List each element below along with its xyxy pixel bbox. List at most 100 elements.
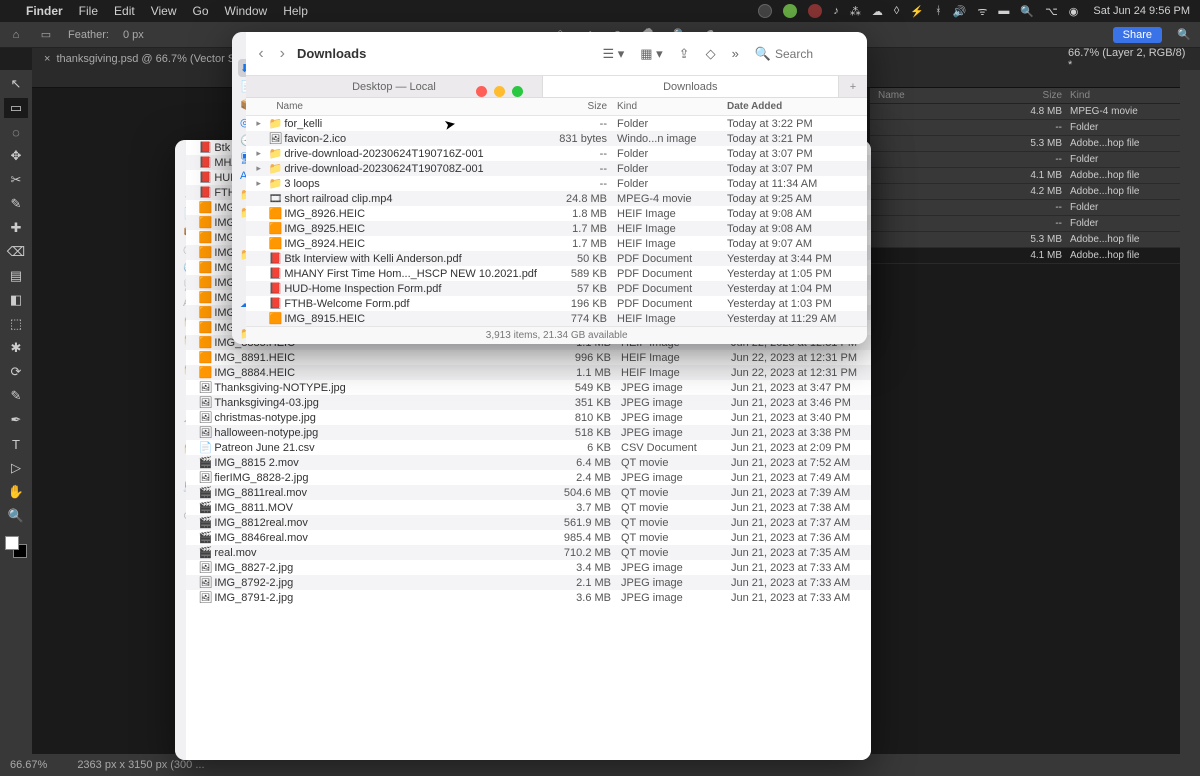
file-row[interactable]: 🎬IMG_8811.MOV3.7 MBQT movieJun 21, 2023 …: [186, 500, 871, 515]
tags-icon[interactable]: ◇: [706, 46, 716, 62]
ps-tool[interactable]: ↖: [4, 74, 28, 94]
share-button[interactable]: Share: [1113, 27, 1162, 43]
file-row[interactable]: 📕HUD-Home Inspection Form.pdf57 KBPDF Do…: [246, 281, 867, 296]
sidebar-item[interactable]: 📁kelliand...: [175, 312, 186, 330]
file-row[interactable]: 📕FTHB-Welcome Form.pdf196 KBPDF Document…: [246, 296, 867, 311]
sidebar-item[interactable]: 📦Dropbox: [232, 95, 246, 113]
status-icon[interactable]: ◊: [894, 5, 899, 17]
sidebar-item[interactable]: ◎AirDrop: [175, 240, 186, 258]
ps-tool[interactable]: ✎: [4, 194, 28, 214]
sidebar-item[interactable]: 📄Documents: [232, 77, 246, 95]
status-icon[interactable]: ⁂: [850, 5, 861, 18]
file-row[interactable]: 🖼halloween-notype.jpg518 KBJPEG imageJun…: [186, 425, 871, 440]
file-row[interactable]: ▸📁drive-download-20230624T190716Z-001--F…: [246, 146, 867, 161]
more-icon[interactable]: »: [732, 46, 739, 61]
file-row[interactable]: 🎬IMG_8846real.mov985.4 MBQT movieJun 21,…: [186, 530, 871, 545]
bluetooth-icon[interactable]: ᚼ: [935, 5, 942, 17]
table-row[interactable]: 5.3 MBAdobe...hop file: [870, 136, 1180, 152]
col-date[interactable]: Date Added: [717, 101, 857, 112]
file-row[interactable]: 📕Btk Interview with Kelli Anderson.pdf50…: [246, 251, 867, 266]
table-row[interactable]: 4.2 MBAdobe...hop file: [870, 184, 1180, 200]
zoom-button[interactable]: [512, 86, 523, 97]
file-row[interactable]: 🎬IMG_8812real.mov561.9 MBQT movieJun 21,…: [186, 515, 871, 530]
zoom-level[interactable]: 66.67%: [10, 759, 47, 771]
marquee-tool-icon[interactable]: ▭: [38, 27, 54, 43]
file-row[interactable]: 🖼IMG_8827-2.jpg3.4 MBJPEG imageJun 21, 2…: [186, 560, 871, 575]
file-row[interactable]: 🟧IMG_8924.HEIC1.7 MBHEIF ImageToday at 9…: [246, 236, 867, 251]
search-icon[interactable]: 🔍: [1176, 27, 1192, 43]
home-icon[interactable]: ⌂: [8, 27, 24, 43]
ps-tool[interactable]: ⟳: [4, 362, 28, 382]
status-icon[interactable]: [758, 4, 772, 18]
sidebar-item[interactable]: 🖥Desktop: [232, 149, 246, 167]
status-icon[interactable]: [808, 4, 822, 18]
sidebar-item[interactable]: 📄Docume...: [175, 204, 186, 222]
sidebar-item[interactable]: 🖥Desktop: [175, 276, 186, 294]
file-row[interactable]: 🖼Thanksgiving-NOTYPE.jpg549 KBJPEG image…: [186, 380, 871, 395]
col-name[interactable]: Name: [256, 101, 537, 112]
file-row[interactable]: 🖼fierIMG_8828-2.jpg2.4 MBJPEG imageJun 2…: [186, 470, 871, 485]
ps-tool[interactable]: ✂: [4, 170, 28, 190]
ps-tool[interactable]: T: [4, 434, 28, 454]
file-row[interactable]: 🖼christmas-notype.jpg810 KBJPEG imageJun…: [186, 410, 871, 425]
table-row[interactable]: 4.1 MBAdobe...hop file: [870, 248, 1180, 264]
status-icon[interactable]: ⚡: [910, 5, 924, 18]
file-row[interactable]: 🟧IMG_8915.HEIC774 KBHEIF ImageYesterday …: [246, 311, 867, 326]
ps-tool[interactable]: ◧: [4, 290, 28, 310]
sidebar-item[interactable]: ◎AirDrop: [232, 113, 246, 131]
sidebar-item[interactable]: 📁kellianderson: [232, 185, 246, 203]
table-row[interactable]: --Folder: [870, 152, 1180, 168]
ps-tool[interactable]: ▤: [4, 266, 28, 286]
spotlight-icon[interactable]: 🔍: [1020, 5, 1034, 18]
col-kind[interactable]: Kind: [607, 101, 717, 112]
file-row[interactable]: 🟧IMG_8925.HEIC1.7 MBHEIF ImageToday at 9…: [246, 221, 867, 236]
file-row[interactable]: 🟧IMG_8926.HEIC1.8 MBHEIF ImageToday at 9…: [246, 206, 867, 221]
sidebar-item[interactable]: ⬇Downlo...: [175, 186, 186, 204]
app-name[interactable]: Finder: [26, 4, 63, 18]
tab-active[interactable]: Downloads: [543, 76, 839, 97]
menu-window[interactable]: Window: [225, 4, 268, 18]
close-button[interactable]: [476, 86, 487, 97]
file-row[interactable]: 🎬real.mov710.2 MBQT movieJun 21, 2023 at…: [186, 545, 871, 560]
file-row[interactable]: 🎞short railroad clip.mp424.8 MBMPEG-4 mo…: [246, 191, 867, 206]
table-row[interactable]: --Folder: [870, 200, 1180, 216]
sidebar-item[interactable]: 📁Creative Clo...: [232, 245, 246, 275]
ps-tool[interactable]: ✱: [4, 338, 28, 358]
ps-tool[interactable]: ⬚: [4, 314, 28, 334]
file-row[interactable]: 🟧IMG_8884.HEIC1.1 MBHEIF ImageJun 22, 20…: [186, 365, 871, 380]
siri-icon[interactable]: ◉: [1069, 5, 1079, 18]
column-headers[interactable]: Name Size Kind Date Added: [246, 98, 867, 116]
volume-icon[interactable]: 🔊: [953, 5, 967, 18]
menu-file[interactable]: File: [79, 4, 98, 18]
sidebar-item[interactable]: 💻Kelli's MacB...: [175, 476, 186, 506]
file-row[interactable]: 🎬IMG_8815 2.mov6.4 MBQT movieJun 21, 202…: [186, 455, 871, 470]
sidebar-item[interactable]: AApplications: [232, 167, 246, 185]
sidebar-item[interactable]: AApplica...: [175, 294, 186, 312]
sidebar-item[interactable]: 📁Shared: [175, 439, 186, 457]
sidebar-item[interactable]: 📁Shared: [232, 324, 246, 342]
back-button[interactable]: ‹: [258, 45, 263, 63]
clock[interactable]: Sat Jun 24 9:56 PM: [1093, 5, 1190, 17]
ps-tool[interactable]: ✋: [4, 482, 28, 502]
sidebar-item[interactable]: 📁Talks and...: [175, 330, 186, 360]
status-icon[interactable]: ♪: [833, 5, 839, 17]
file-row[interactable]: 🖼favicon-2.ico831 bytesWindo...n imageTo…: [246, 131, 867, 146]
ps-tool[interactable]: ✎: [4, 386, 28, 406]
minimize-button[interactable]: [494, 86, 505, 97]
wifi-icon[interactable]: ᯤ: [977, 4, 987, 19]
view-grid-icon[interactable]: ▦ ▾: [640, 46, 662, 62]
file-row[interactable]: 🖼IMG_8791-2.jpg3.6 MBJPEG imageJun 21, 2…: [186, 590, 871, 605]
sidebar-item[interactable]: 📦Dropbo...: [175, 222, 186, 240]
ps-tool[interactable]: ✥: [4, 146, 28, 166]
finder-window-front[interactable]: Favorites ⬇Downloads📄Documents📦Dropbox◎A…: [232, 32, 867, 344]
feather-value[interactable]: 0 px: [123, 29, 144, 41]
sidebar-item[interactable]: 🕘Recents: [175, 258, 186, 276]
battery-icon[interactable]: ▬: [998, 5, 1009, 17]
sidebar-item[interactable]: 🕘Recents: [232, 131, 246, 149]
view-list-icon[interactable]: ☰ ▾: [602, 46, 624, 62]
status-icon[interactable]: ☁: [872, 5, 883, 18]
table-row[interactable]: 4.1 MBAdobe...hop file: [870, 168, 1180, 184]
sidebar-item[interactable]: ⬇Downloads: [238, 59, 246, 77]
sidebar-item[interactable]: ☁iCloud Drive: [175, 409, 186, 439]
sidebar-item[interactable]: 📁Creative Clo...: [175, 360, 186, 390]
